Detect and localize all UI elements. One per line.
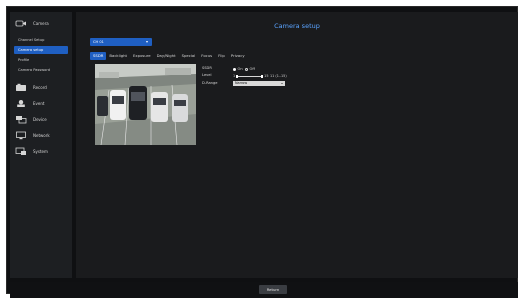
- tab-flip[interactable]: Flip: [215, 52, 228, 60]
- drange-label: D-Range: [202, 80, 218, 85]
- tab-bar: SSDR Backlight Exposure Day/Night Specia…: [90, 52, 248, 60]
- level-handle-start[interactable]: [235, 74, 238, 79]
- level-handle[interactable]: [260, 74, 263, 79]
- drange-row: D-Range Narrow: [202, 80, 292, 88]
- camera-setup-window: Camera Channel Setup Camera setup Profil…: [6, 6, 518, 298]
- sidebar-item-label: Camera: [33, 20, 49, 26]
- level-max: 15: [264, 74, 269, 79]
- event-icon: [15, 99, 27, 108]
- chevron-down-icon: [146, 41, 148, 43]
- page-title: Camera setup: [274, 22, 320, 30]
- drange-select-value: Narrow: [235, 80, 248, 85]
- sidebar-item-device[interactable]: Device: [10, 112, 72, 126]
- ssdr-label: SSDR: [202, 66, 212, 70]
- sidebar-subitem-camera-password[interactable]: Camera Password: [14, 66, 68, 74]
- channel-select-value: CH 01: [93, 40, 104, 44]
- level-track: [235, 74, 263, 79]
- tab-ssdr[interactable]: SSDR: [90, 52, 107, 60]
- sidebar-item-record[interactable]: Record: [10, 80, 72, 94]
- sidebar-subitem-camera-setup[interactable]: Camera setup: [14, 46, 68, 54]
- tab-special[interactable]: Special: [179, 52, 199, 60]
- sidebar-item-label: Device: [33, 116, 47, 122]
- camera-preview: [95, 64, 196, 145]
- channel-select[interactable]: CH 01: [90, 38, 152, 46]
- sidebar-item-network[interactable]: Network: [10, 128, 72, 142]
- level-value: 11 (1..15): [270, 74, 287, 79]
- camera-preview-image: [95, 64, 196, 145]
- ssdr-on-radio[interactable]: On: [233, 67, 243, 71]
- sidebar-item-label: Network: [33, 132, 50, 138]
- drange-select[interactable]: Narrow: [233, 80, 285, 86]
- sidebar-subitem-profile[interactable]: Profile: [14, 56, 68, 64]
- sidebar-item-system[interactable]: System: [10, 144, 72, 158]
- tab-backlight[interactable]: Backlight: [106, 52, 130, 60]
- network-icon: [15, 131, 27, 140]
- ssdr-row: SSDR On Off: [202, 66, 292, 73]
- radio-checked-icon: [233, 67, 236, 71]
- system-icon: [15, 147, 27, 156]
- sidebar-item-label: Event: [33, 100, 45, 106]
- sidebar-item-camera[interactable]: Camera: [10, 16, 72, 30]
- chevron-down-icon: [281, 82, 283, 84]
- camera-icon: [15, 19, 27, 28]
- footer-bar: Return: [10, 282, 518, 298]
- tab-privacy[interactable]: Privacy: [228, 52, 248, 60]
- sidebar-subitem-channel-setup[interactable]: Channel Setup: [14, 36, 68, 44]
- device-icon: [15, 115, 27, 124]
- sidebar-item-event[interactable]: Event: [10, 96, 72, 110]
- sidebar: Camera Channel Setup Camera setup Profil…: [10, 12, 72, 278]
- tab-exposure[interactable]: Exposure: [130, 52, 154, 60]
- tab-day-night[interactable]: Day/Night: [154, 52, 179, 60]
- ssdr-off-radio[interactable]: Off: [245, 67, 255, 71]
- return-button[interactable]: Return: [259, 285, 287, 294]
- tab-focus[interactable]: Focus: [198, 52, 215, 60]
- level-slider[interactable]: 1 15 11 (1..15): [233, 73, 288, 79]
- level-row: Level 1 15 11 (1..15): [202, 73, 292, 80]
- sidebar-item-label: Record: [33, 84, 47, 90]
- record-icon: [15, 83, 27, 92]
- ssdr-form: SSDR On Off Level 1 15 11 (1..15) D-Rang…: [202, 66, 292, 88]
- level-label: Level: [202, 73, 212, 78]
- sidebar-item-label: System: [33, 148, 48, 154]
- main-panel: Camera setup CH 01 SSDR Backlight Exposu…: [76, 12, 518, 278]
- radio-unchecked-icon: [245, 67, 248, 71]
